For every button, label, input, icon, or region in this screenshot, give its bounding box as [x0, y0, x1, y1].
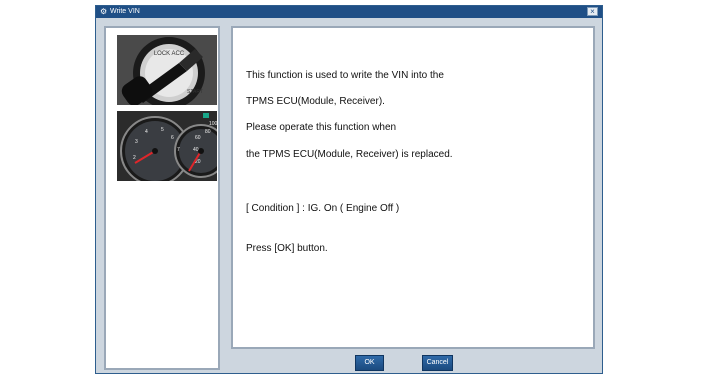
- svg-text:60: 60: [195, 135, 201, 141]
- dialog-title: Write VIN: [110, 8, 140, 15]
- ok-button[interactable]: OK: [355, 355, 384, 371]
- app-icon: ⚙: [100, 7, 108, 16]
- svg-text:7: 7: [177, 147, 180, 153]
- message-panel: This function is used to write the VIN i…: [231, 26, 595, 349]
- svg-text:START: START: [187, 89, 203, 95]
- svg-text:4: 4: [145, 129, 148, 135]
- message-line-3: Please operate this function when: [246, 122, 397, 133]
- instrument-cluster-image: 234 567 60 80 40 20 100: [117, 111, 217, 181]
- image-panel: LOCK ACC START 234 567 60 80 40 20 100: [104, 26, 220, 370]
- svg-text:2: 2: [133, 155, 136, 161]
- ignition-key-image: LOCK ACC START: [117, 35, 217, 105]
- svg-text:LOCK ACC: LOCK ACC: [154, 51, 185, 57]
- dialog-titlebar[interactable]: ⚙ Write VIN ×: [96, 6, 602, 18]
- svg-text:5: 5: [161, 127, 164, 133]
- close-icon[interactable]: ×: [587, 7, 598, 16]
- write-vin-dialog: ⚙ Write VIN × LOCK ACC START 2 3 4 5 6 7…: [95, 5, 603, 374]
- svg-text:3: 3: [135, 139, 138, 145]
- svg-text:40: 40: [193, 147, 199, 153]
- message-line-1: This function is used to write the VIN i…: [246, 70, 444, 81]
- instruction-text: Press [OK] button.: [246, 243, 328, 254]
- svg-text:6: 6: [171, 135, 174, 141]
- message-line-2: TPMS ECU(Module, Receiver).: [246, 96, 385, 107]
- condition-text: [ Condition ] : IG. On ( Engine Off ): [246, 203, 400, 214]
- cancel-button[interactable]: Cancel: [422, 355, 453, 371]
- message-line-4: the TPMS ECU(Module, Receiver) is replac…: [246, 149, 453, 160]
- svg-text:80: 80: [205, 129, 211, 135]
- svg-text:100: 100: [209, 121, 217, 127]
